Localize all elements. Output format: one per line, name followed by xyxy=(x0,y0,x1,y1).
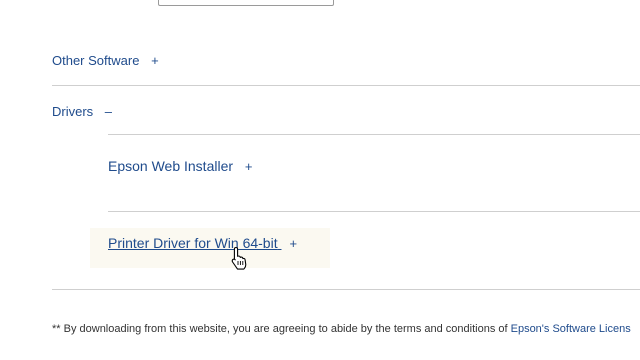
divider xyxy=(52,289,640,290)
collapse-icon[interactable]: – xyxy=(105,104,112,120)
driver-item-printer-driver[interactable]: Printer Driver for Win 64-bit + xyxy=(108,234,297,253)
footer-disclaimer: ** By downloading from this website, you… xyxy=(52,322,631,336)
divider xyxy=(108,134,640,135)
section-label: Drivers xyxy=(52,104,94,119)
download-page: Other Software + Drivers – Epson Web Ins… xyxy=(0,0,640,360)
section-other-software[interactable]: Other Software + xyxy=(52,53,159,69)
divider xyxy=(108,211,640,212)
driver-item-label: Epson Web Installer xyxy=(108,158,234,174)
footer-text: ** By downloading from this website, you… xyxy=(52,323,511,335)
section-drivers[interactable]: Drivers – xyxy=(52,104,112,120)
driver-item-label: Printer Driver for Win 64-bit xyxy=(108,235,278,251)
expand-icon[interactable]: + xyxy=(151,53,159,69)
driver-item-web-installer[interactable]: Epson Web Installer + xyxy=(108,157,253,176)
expand-icon[interactable]: + xyxy=(245,158,253,176)
divider xyxy=(52,85,640,86)
expand-icon[interactable]: + xyxy=(289,235,297,253)
top-select-box[interactable] xyxy=(158,0,334,6)
software-license-link[interactable]: Epson's Software Licens xyxy=(511,323,631,335)
section-label: Other Software xyxy=(52,53,140,68)
hand-pointer-icon xyxy=(231,246,247,270)
